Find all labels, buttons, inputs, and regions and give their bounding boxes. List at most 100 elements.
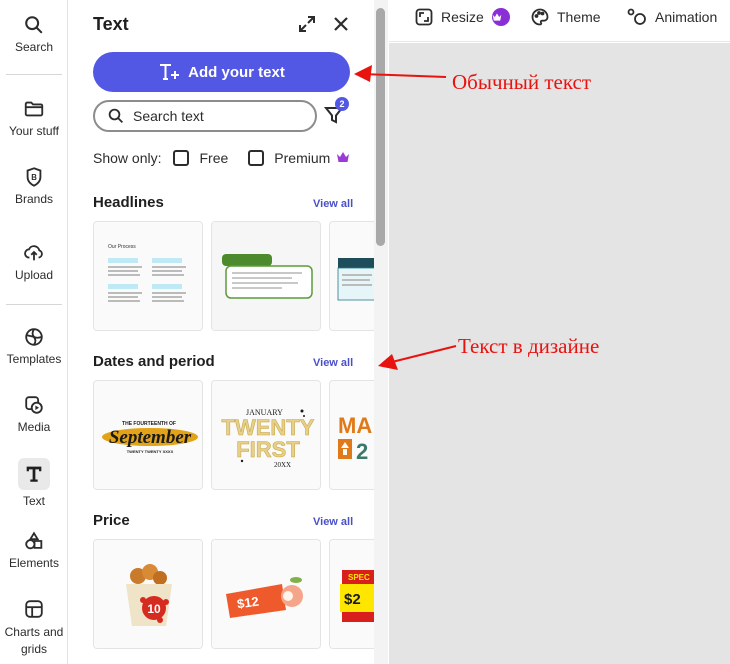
resize-label: Resize (441, 9, 484, 25)
rail-item-charts-and-grids[interactable]: Charts and grids (0, 598, 68, 658)
september-bottom-text: TWENTY TWENTY XXXX (127, 449, 174, 454)
left-rail: Search Your stuff B Brands Upload Templa… (0, 0, 68, 664)
date-template-thumb[interactable]: JANUARY TWENTY FIRST 20XX (211, 380, 321, 490)
top-toolbar: Resize Theme Animation (389, 0, 730, 42)
crown-icon (336, 150, 350, 166)
price-2-text: $2 (344, 591, 361, 608)
premium-crown-icon (491, 8, 510, 26)
rail-item-upload[interactable]: Upload (0, 242, 68, 282)
search-field[interactable] (93, 100, 317, 132)
headline-template-thumb[interactable] (329, 221, 375, 331)
rail-label: Media (17, 420, 51, 434)
arrow-icon (354, 65, 447, 82)
date-template-thumb[interactable]: THE FOURTEENTH OF September TWENTY TWENT… (93, 380, 203, 490)
price-10-text: 10 (147, 602, 161, 616)
view-all-dates-link[interactable]: View all (313, 357, 353, 369)
theme-label: Theme (557, 9, 601, 25)
show-only-label: Show only: (93, 150, 162, 166)
rail-label: Charts and grids (4, 625, 64, 656)
brand-icon: B (23, 166, 45, 188)
first-text: FIRST (236, 437, 300, 462)
svg-text:B: B (31, 173, 37, 182)
rail-label: Text (22, 494, 45, 508)
free-label: Free (199, 150, 229, 166)
rail-item-text[interactable]: Text (0, 458, 68, 508)
special-price-preview: SPEC $2 (330, 540, 375, 648)
divider (6, 74, 62, 75)
headline-template-thumb[interactable] (211, 221, 321, 331)
rail-label: Templates (6, 352, 62, 366)
panel-title: Text (93, 14, 129, 34)
elements-icon (23, 530, 45, 552)
our-process-preview: Our Process (94, 222, 202, 330)
september-text: September (109, 427, 192, 448)
expand-icon[interactable] (297, 14, 317, 34)
green-box-preview (212, 222, 320, 330)
teal-box-preview (330, 222, 375, 330)
twenty-first-preview: JANUARY TWENTY FIRST 20XX (212, 381, 320, 489)
rail-item-elements[interactable]: Elements (0, 530, 68, 570)
rail-item-brands[interactable]: B Brands (0, 166, 68, 206)
price-12-text: $12 (236, 594, 260, 612)
folder-icon (23, 98, 45, 120)
divider (6, 304, 62, 305)
add-your-text-button[interactable]: Add your text (93, 52, 350, 92)
section-title-dates-and-period: Dates and period (93, 353, 215, 370)
year-text: 20XX (274, 461, 291, 469)
rail-item-search[interactable]: Search (0, 14, 68, 54)
free-checkbox[interactable] (173, 150, 190, 166)
peach-price-preview: $12 (212, 540, 320, 648)
section-title-price: Price (93, 512, 130, 529)
rail-label: Upload (14, 268, 54, 282)
upload-icon (23, 242, 45, 264)
templates-icon (23, 326, 45, 348)
price-template-thumb[interactable]: SPEC $2 (329, 539, 375, 649)
animation-label: Animation (655, 9, 718, 25)
rail-item-your-stuff[interactable]: Your stuff (0, 98, 68, 138)
rail-label: Your stuff (8, 124, 60, 138)
price-template-thumb[interactable]: 10 (93, 539, 203, 649)
close-icon[interactable] (331, 14, 351, 34)
ma-text: MA (338, 413, 372, 438)
view-all-price-link[interactable]: View all (313, 516, 353, 528)
rail-item-media[interactable]: Media (0, 394, 68, 434)
our-process-text: Our Process (108, 244, 136, 250)
charts-icon (23, 598, 45, 620)
text-panel: Text Add your text 2 Show only: Free Pre… (69, 0, 389, 664)
svg-text:2: 2 (356, 439, 368, 464)
spec-text: SPEC (348, 573, 370, 582)
premium-checkbox[interactable] (248, 150, 265, 166)
annotation-regular-text: Обычный текст (452, 70, 592, 94)
search-icon (108, 108, 124, 124)
ma-preview: MA 2 (330, 381, 375, 489)
resize-button[interactable]: Resize (415, 8, 510, 26)
chicken-bucket-preview: 10 (94, 540, 202, 648)
view-all-headlines-link[interactable]: View all (313, 198, 353, 210)
text-icon (23, 463, 45, 485)
price-template-thumb[interactable]: $12 (211, 539, 321, 649)
search-input[interactable] (133, 108, 303, 124)
september-preview: THE FOURTEENTH OF September TWENTY TWENT… (94, 381, 202, 489)
rail-label: Brands (14, 192, 54, 206)
arrow-icon (378, 345, 457, 370)
add-button-label: Add your text (188, 63, 285, 81)
palette-icon (531, 8, 549, 26)
date-template-thumb[interactable]: MA 2 (329, 380, 375, 490)
premium-label: Premium (274, 150, 331, 166)
headline-template-thumb[interactable]: Our Process (93, 221, 203, 331)
editor-screen: Search Your stuff B Brands Upload Templa… (0, 0, 730, 664)
show-only-filters: Show only: Free Premium (93, 150, 350, 166)
rail-label: Search (14, 40, 54, 54)
media-icon (23, 394, 45, 416)
animation-button[interactable]: Animation (627, 8, 717, 26)
filter-count-badge: 2 (335, 97, 349, 111)
search-icon (23, 14, 45, 36)
resize-icon (415, 8, 433, 26)
annotation-design-text: Текст в дизайне (458, 334, 600, 358)
panel-scrollbar-thumb[interactable] (376, 8, 385, 246)
animation-icon (627, 8, 646, 25)
rail-label: Elements (8, 556, 60, 570)
theme-button[interactable]: Theme (531, 8, 601, 26)
rail-item-templates[interactable]: Templates (0, 326, 68, 366)
section-title-headlines: Headlines (93, 194, 164, 211)
